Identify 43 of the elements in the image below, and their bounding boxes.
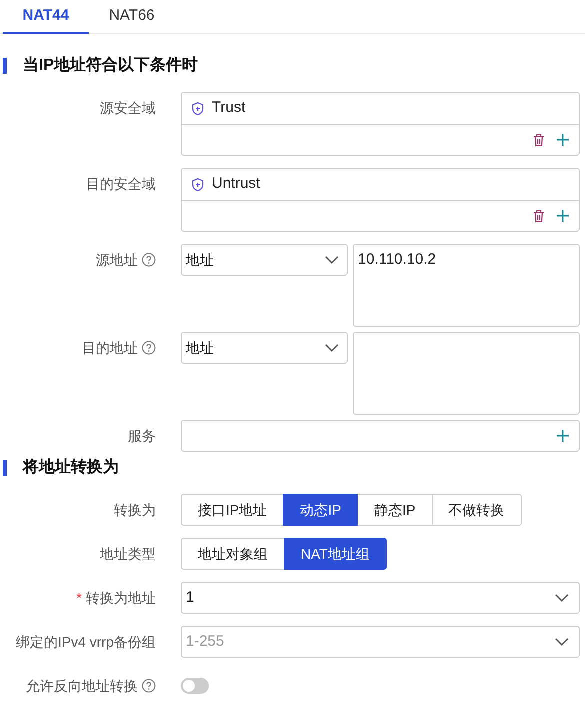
zone-tag[interactable]: Untrust — [212, 173, 260, 196]
shield-icon — [192, 178, 204, 192]
field-label: 源地址 — [96, 250, 138, 270]
service-field[interactable] — [181, 420, 580, 452]
help-icon[interactable] — [142, 679, 156, 693]
plus-icon[interactable] — [557, 210, 569, 222]
toggle-switch[interactable] — [181, 678, 209, 694]
segment-option[interactable]: 动态IP — [283, 494, 358, 526]
trash-icon[interactable] — [533, 134, 545, 146]
chevron-down-icon — [555, 638, 569, 646]
field-label: 目的地址 — [82, 338, 138, 358]
field-label: 源安全域 — [100, 98, 156, 118]
segment-option[interactable]: 接口IP地址 — [181, 494, 284, 526]
tab[interactable]: NAT66 — [89, 0, 175, 34]
field-label: 地址类型 — [100, 544, 156, 564]
segment-option[interactable]: NAT地址组 — [284, 538, 387, 570]
dropdown-select[interactable]: 1 — [181, 582, 580, 614]
type-select[interactable]: 地址 — [181, 332, 348, 364]
segment-option[interactable]: 地址对象组 — [181, 538, 285, 570]
zone-tag[interactable]: Trust — [212, 97, 246, 120]
shield-icon — [192, 102, 204, 116]
required-mark: * — [76, 588, 82, 608]
field-label: 允许反向地址转换 — [26, 676, 138, 696]
section-title: 当IP地址符合以下条件时 — [23, 56, 198, 76]
field-label: 转换为地址 — [86, 588, 156, 608]
chevron-down-icon — [325, 344, 339, 352]
help-icon[interactable] — [142, 341, 156, 355]
field-label: 绑定的IPv4 vrrp备份组 — [16, 632, 156, 652]
segment-option[interactable]: 不做转换 — [432, 494, 522, 526]
type-select[interactable]: 地址 — [181, 244, 348, 276]
chevron-down-icon — [555, 594, 569, 602]
plus-icon[interactable] — [557, 430, 569, 442]
segment-option[interactable]: 静态IP — [357, 494, 433, 526]
chevron-down-icon — [325, 256, 339, 264]
section-title: 将地址转换为 — [23, 458, 119, 478]
tab[interactable]: NAT44 — [3, 0, 89, 34]
field-label: 转换为 — [114, 500, 156, 520]
trash-icon[interactable] — [533, 210, 545, 222]
field-label: 目的安全域 — [86, 174, 156, 194]
plus-icon[interactable] — [557, 134, 569, 146]
help-icon[interactable] — [142, 253, 156, 267]
address-textarea[interactable]: 10.110.10.2 — [353, 244, 580, 327]
field-label: 服务 — [128, 426, 156, 446]
